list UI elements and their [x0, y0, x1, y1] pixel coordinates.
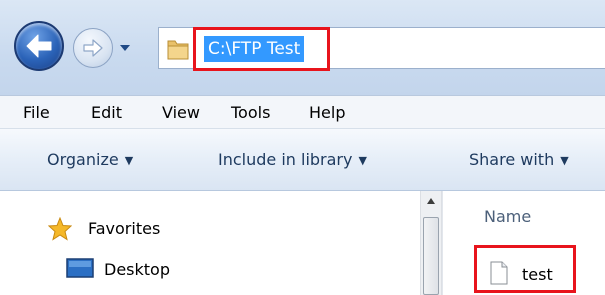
- nav-pane-scrollbar[interactable]: [420, 191, 442, 295]
- file-highlight-box: [474, 245, 576, 293]
- desktop-icon: [66, 258, 94, 278]
- share-with-label: Share with: [469, 150, 555, 169]
- forward-button[interactable]: [73, 28, 113, 68]
- folder-icon: [167, 40, 189, 60]
- include-in-library-dropdown-icon: ▼: [358, 154, 367, 167]
- include-in-library-button[interactable]: Include in library ▼: [218, 147, 367, 173]
- scroll-thumb[interactable]: [423, 217, 439, 295]
- chevron-down-icon: [120, 45, 130, 51]
- back-arrow-icon: [26, 34, 52, 58]
- star-icon: [48, 217, 72, 241]
- scroll-up-button[interactable]: [421, 191, 441, 211]
- explorer-window: C:\FTP Test File Edit View Tools Help Or…: [0, 0, 605, 295]
- menu-item-file[interactable]: File: [23, 96, 50, 129]
- command-bar: Organize ▼ Include in library ▼ Share with…: [0, 129, 605, 191]
- back-button[interactable]: [14, 21, 64, 71]
- include-in-library-label: Include in library: [218, 150, 353, 169]
- organize-button[interactable]: Organize ▼: [47, 147, 133, 173]
- organize-dropdown-icon: ▼: [124, 154, 134, 167]
- organize-label: Organize: [47, 150, 119, 169]
- share-with-dropdown-icon: ▼: [560, 154, 569, 167]
- recent-pages-dropdown[interactable]: [118, 42, 132, 54]
- share-with-button[interactable]: Share with ▼: [469, 147, 569, 173]
- nav-item-favorites[interactable]: Favorites: [88, 215, 160, 243]
- menu-item-view[interactable]: View: [162, 96, 200, 129]
- menu-item-help[interactable]: Help: [309, 96, 345, 129]
- menu-bar: File Edit View Tools Help: [0, 95, 605, 129]
- nav-item-desktop[interactable]: Desktop: [104, 256, 170, 284]
- menu-item-edit[interactable]: Edit: [91, 96, 122, 129]
- column-header-name[interactable]: Name: [484, 205, 531, 229]
- address-highlight-box: [193, 27, 330, 71]
- scroll-up-icon: [427, 198, 435, 204]
- forward-arrow-icon: [83, 39, 103, 57]
- navigation-pane: [0, 191, 420, 295]
- menu-item-tools[interactable]: Tools: [231, 96, 270, 129]
